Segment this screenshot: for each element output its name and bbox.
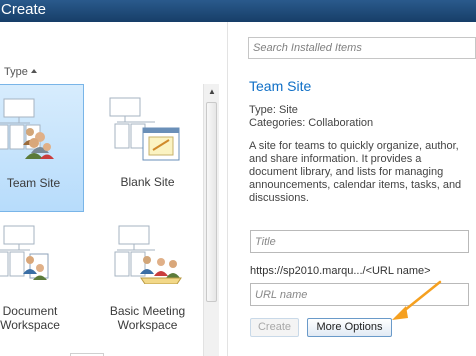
template-label-basic-meeting-workspace-line2: Workspace [117,318,178,332]
document-workspace-icon [0,225,49,280]
blank-site-icon [109,97,180,161]
template-label-document-workspace-line2: Workspace [0,318,60,332]
template-tile-team-site[interactable]: Team Site [0,84,84,212]
template-detail-title: Team Site [249,78,312,94]
scroll-up-icon[interactable]: ▲ [204,84,220,100]
template-tile-document-workspace[interactable]: Document Workspace [0,222,84,332]
template-label-blank-site: Blank Site [120,175,175,189]
gallery-scrollbar[interactable]: ▲ [203,84,219,356]
template-label-team-site: Team Site [6,176,61,190]
sort-ascending-icon [30,69,37,73]
template-description: A site for teams to quickly organize, au… [249,140,462,204]
template-label-document-workspace-line1: Document [2,304,58,318]
template-tile-blank-site[interactable]: Blank Site [95,84,200,212]
template-label-basic-meeting-workspace-line1: Basic Meeting [109,304,186,318]
panel-divider [227,22,228,356]
template-categories: Categories: Collaboration [249,117,374,129]
sort-label: Type [4,66,28,78]
template-tile-basic-meeting-workspace[interactable]: Basic Meeting Workspace [95,222,200,332]
sort-by-type-header[interactable]: Type [4,66,37,78]
title-input[interactable]: Title [250,230,469,253]
scrollbar-thumb[interactable] [206,102,217,302]
dialog-title: Create [1,1,47,18]
annotation-arrow-icon [392,280,442,320]
basic-meeting-workspace-icon [114,225,182,284]
create-button[interactable]: Create [250,318,299,337]
team-site-icon [0,98,54,159]
dialog-title-bar: Create [0,0,476,22]
template-type: Type: Site [249,104,298,116]
search-installed-items-input[interactable]: Search Installed Items [248,37,476,59]
